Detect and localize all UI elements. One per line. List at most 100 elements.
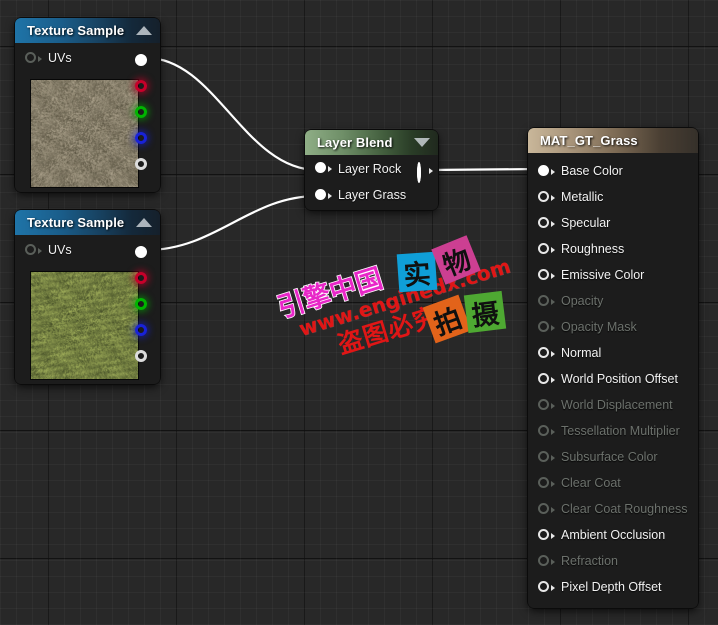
pin-row[interactable]: Clear Coat Roughness	[528, 496, 698, 522]
node-material-output[interactable]: MAT_GT_Grass Base Color Metallic Specular R…	[528, 128, 698, 608]
pin-label: Opacity	[561, 294, 604, 308]
pin-label: Normal	[561, 346, 602, 360]
pin-row[interactable]: Metallic	[528, 184, 698, 210]
output-pin-a[interactable]	[128, 151, 154, 177]
material-input-pin-icon[interactable]	[538, 164, 555, 178]
pin-row[interactable]: Opacity Mask	[528, 314, 698, 340]
pin-label: Metallic	[561, 190, 604, 204]
pin-row[interactable]: Base Color	[528, 158, 698, 184]
node-layer-blend[interactable]: Layer Blend Layer Rock Layer Grass	[305, 130, 438, 210]
material-input-pin-icon[interactable]	[538, 294, 555, 308]
wire-layerblend-to-basecolor	[427, 167, 542, 172]
pin-row[interactable]: Refraction	[528, 548, 698, 574]
texture-thumbnail-grass[interactable]	[30, 271, 139, 380]
output-pin-r[interactable]	[128, 73, 154, 99]
chevron-up-icon[interactable]	[136, 26, 152, 35]
material-input-pin-icon[interactable]	[538, 450, 555, 464]
wire-grass-to-layerblend	[145, 194, 319, 252]
pin-label: Refraction	[561, 554, 618, 568]
output-pin-b[interactable]	[128, 317, 154, 343]
material-input-pin-icon[interactable]	[538, 372, 555, 386]
pin-label: UVs	[48, 51, 72, 65]
output-pin-a[interactable]	[128, 343, 154, 369]
layer-rock-input-pin-icon[interactable]	[315, 162, 332, 175]
pin-row[interactable]: Specular	[528, 210, 698, 236]
node-texture-sample-grass[interactable]: Texture Sample UVs	[15, 210, 160, 384]
material-input-pin-icon[interactable]	[538, 346, 555, 360]
material-input-pin-icon[interactable]	[538, 528, 555, 542]
pin-label: Roughness	[561, 242, 625, 256]
node-header[interactable]: Texture Sample	[15, 210, 160, 235]
material-input-pin-icon[interactable]	[538, 424, 555, 438]
pin-row[interactable]: World Position Offset	[528, 366, 698, 392]
output-pin-r[interactable]	[128, 265, 154, 291]
layer-grass-input-pin-icon[interactable]	[315, 188, 332, 202]
material-graph-canvas[interactable]: Texture Sample UVs Texture Sample UVs La…	[0, 0, 718, 625]
material-input-pin-icon[interactable]	[538, 268, 555, 282]
watermark-brand: 引擎中国	[273, 262, 387, 325]
pin-row[interactable]: Pixel Depth Offset	[528, 574, 698, 600]
layer-blend-output-pin[interactable]	[417, 162, 433, 183]
watermark-warning: 盗图必究	[334, 301, 443, 360]
pin-label: Pixel Depth Offset	[561, 580, 662, 594]
material-input-pin-icon[interactable]	[538, 502, 555, 516]
chevron-down-icon[interactable]	[414, 138, 430, 147]
pin-label: Layer Rock	[338, 161, 402, 176]
chevron-up-icon[interactable]	[136, 218, 152, 227]
pin-row[interactable]: Opacity	[528, 288, 698, 314]
pin-label: Ambient Occlusion	[561, 528, 666, 542]
pin-row[interactable]: World Displacement	[528, 392, 698, 418]
node-header[interactable]: MAT_GT_Grass	[528, 128, 698, 153]
pin-label: Emissive Color	[561, 268, 645, 282]
pin-row[interactable]: Subsurface Color	[528, 444, 698, 470]
pin-label: World Position Offset	[561, 372, 678, 386]
texture-thumbnail-rock[interactable]	[30, 79, 139, 188]
pin-row[interactable]: Emissive Color	[528, 262, 698, 288]
material-input-pin-icon[interactable]	[538, 398, 555, 412]
material-input-pin-icon[interactable]	[538, 476, 555, 490]
node-texture-sample-rock[interactable]: Texture Sample UVs	[15, 18, 160, 192]
pin-row-layer-grass[interactable]: Layer Grass	[305, 182, 438, 208]
material-input-pin-icon[interactable]	[538, 320, 555, 334]
watermark-tile-shi: 实	[396, 251, 438, 293]
wire-rock-to-layerblend	[145, 56, 319, 172]
uvs-input-pin-icon[interactable]	[25, 51, 42, 65]
material-pin-list: Base Color Metallic Specular Roughness Emiss…	[528, 153, 698, 608]
watermark-url: www.enginedx.com	[296, 253, 514, 341]
output-pin-b[interactable]	[128, 125, 154, 151]
output-pin-rgb[interactable]	[128, 239, 154, 265]
pin-label: Specular	[561, 216, 611, 230]
pin-row[interactable]: Clear Coat	[528, 470, 698, 496]
node-body: UVs	[15, 43, 160, 192]
texture-output-pins	[128, 47, 154, 177]
node-header[interactable]: Texture Sample	[15, 18, 160, 43]
node-title: Texture Sample	[27, 215, 125, 230]
material-input-pin-icon[interactable]	[538, 190, 555, 204]
pin-row[interactable]: Normal	[528, 340, 698, 366]
material-input-pin-icon[interactable]	[538, 216, 555, 230]
output-pin-g[interactable]	[128, 99, 154, 125]
pin-label: Layer Grass	[338, 188, 407, 202]
pin-row[interactable]: Tessellation Multiplier	[528, 418, 698, 444]
pin-label: Clear Coat Roughness	[561, 502, 688, 516]
pin-label: UVs	[48, 243, 72, 257]
pin-label: Clear Coat	[561, 476, 621, 490]
output-pin-g[interactable]	[128, 291, 154, 317]
texture-output-pins	[128, 239, 154, 369]
watermark-tile-wu: 物	[431, 235, 481, 285]
pin-row[interactable]: Roughness	[528, 236, 698, 262]
node-body: UVs	[15, 235, 160, 384]
pin-row[interactable]: Ambient Occlusion	[528, 522, 698, 548]
node-header[interactable]: Layer Blend	[305, 130, 438, 155]
node-title: Layer Blend	[317, 135, 393, 150]
output-pin-rgb[interactable]	[128, 47, 154, 73]
pin-label: Subsurface Color	[561, 450, 658, 464]
material-input-pin-icon[interactable]	[538, 554, 555, 568]
node-body: Layer Rock Layer Grass	[305, 155, 438, 210]
uvs-input-pin-icon[interactable]	[25, 243, 42, 257]
pin-label: Base Color	[561, 164, 623, 178]
pin-label: Tessellation Multiplier	[561, 424, 680, 438]
material-input-pin-icon[interactable]	[538, 580, 555, 594]
node-title: MAT_GT_Grass	[540, 133, 638, 148]
material-input-pin-icon[interactable]	[538, 242, 555, 256]
